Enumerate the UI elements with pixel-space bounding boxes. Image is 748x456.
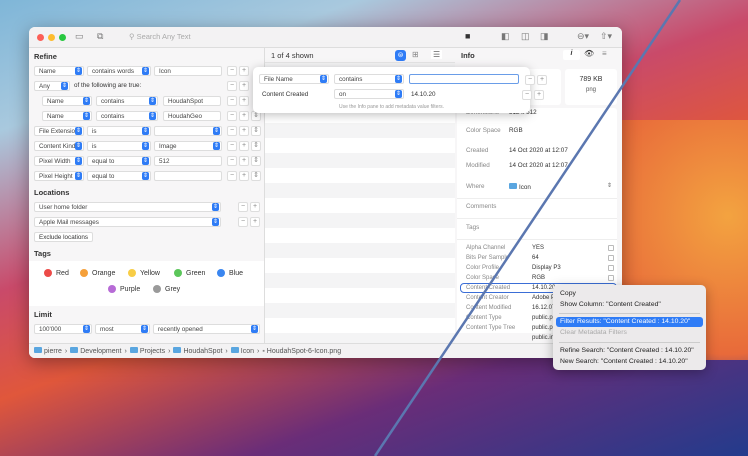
menu-filter-results[interactable]: Filter Results: "Content Created : 14.10… xyxy=(560,318,690,325)
menu-clear-filters: Clear Metadata Filters xyxy=(560,329,627,336)
menu-new-search[interactable]: New Search: "Content Created : 14.10.20" xyxy=(560,358,688,365)
menu-refine-search[interactable]: Refine Search: "Content Created : 14.10.… xyxy=(560,347,694,354)
annotation-line xyxy=(0,0,748,456)
context-menu: Copy Show Column: "Content Created" Filt… xyxy=(553,285,706,370)
menu-show-column[interactable]: Show Column: "Content Created" xyxy=(560,301,661,308)
menu-copy[interactable]: Copy xyxy=(560,290,576,297)
